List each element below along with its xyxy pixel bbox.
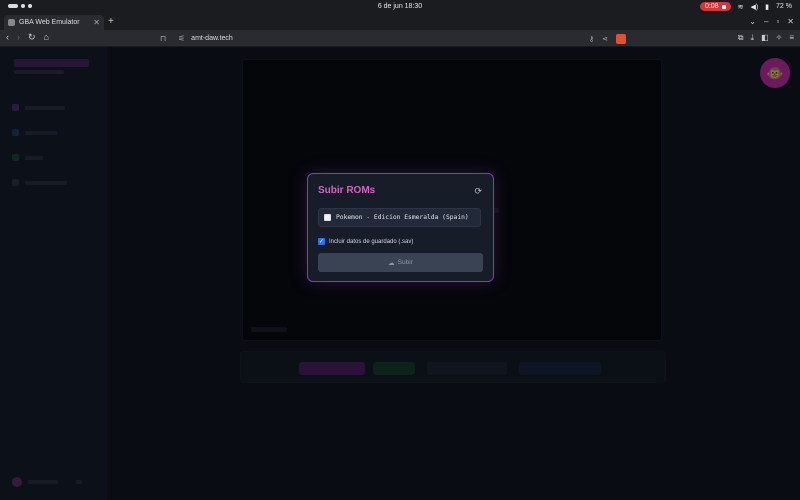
browser-tab[interactable]: GBA Web Emulator ✕ <box>4 15 104 30</box>
brave-shields-icon[interactable] <box>616 33 626 44</box>
home-icon[interactable]: ⌂ <box>44 32 49 43</box>
rom-list-item[interactable]: Pokemon - Edicion Esmeralda (Spain) <box>318 208 481 227</box>
screen-recording-badge[interactable]: 0:08 <box>699 2 731 11</box>
recording-time: 0:08 <box>704 3 719 10</box>
stop-icon <box>721 4 726 9</box>
include-saves-checkbox[interactable]: ✓ <box>318 238 325 245</box>
tab-strip: GBA Web Emulator ✕ + ⌄ – ▫ ✕ <box>0 14 800 30</box>
close-window-icon[interactable]: ✕ <box>787 17 794 26</box>
share-icon[interactable]: ⋖ <box>602 35 608 43</box>
tab-title: GBA Web Emulator <box>19 19 80 26</box>
volume-icon: ◀) <box>750 3 759 11</box>
sidebar-toggle-icon[interactable]: ◧ <box>761 33 769 43</box>
menu-icon[interactable]: ≡ <box>789 33 794 43</box>
extensions-icon[interactable]: ⧉ <box>738 33 744 43</box>
reload-icon[interactable]: ↻ <box>28 32 36 43</box>
include-saves-option[interactable]: ✓ Incluir datos de guardado (.sav) <box>318 238 413 245</box>
new-tab-icon[interactable]: + <box>108 16 114 27</box>
wifi-icon: ≋ <box>737 3 744 11</box>
browser-toolbar: ‹ › ↻ ⌂ ⊓ ⚟ amt-daw.tech ⚷ ⋖ ⧉ ⤓ ◧ ✧ ≡ <box>0 30 800 47</box>
upload-label: Subir <box>397 259 413 266</box>
minimize-icon[interactable]: – <box>764 17 768 26</box>
os-status-bar: 6 de jun 18:30 0:08 ≋ ◀) ▮ 72 % <box>0 0 800 14</box>
upload-button[interactable]: ☁ Subir <box>318 253 483 272</box>
upload-roms-dialog: Subir ROMs ⟳ Pokemon - Edicion Esmeralda… <box>307 173 494 282</box>
favicon-icon <box>8 19 15 26</box>
url-text[interactable]: amt-daw.tech <box>191 35 233 42</box>
battery-icon: ▮ <box>765 3 770 11</box>
dialog-title: Subir ROMs <box>318 185 376 196</box>
cloud-upload-icon: ☁ <box>388 259 395 267</box>
refresh-icon[interactable]: ⟳ <box>474 186 482 197</box>
leo-ai-icon[interactable]: ✧ <box>776 33 783 43</box>
close-tab-icon[interactable]: ✕ <box>93 18 100 27</box>
date-time: 6 de jun 18:30 <box>377 3 423 10</box>
tab-list-icon[interactable]: ⌄ <box>749 17 756 26</box>
key-icon[interactable]: ⚷ <box>589 35 594 43</box>
maximize-icon[interactable]: ▫ <box>776 17 779 26</box>
forward-icon[interactable]: › <box>17 32 20 43</box>
downloads-icon[interactable]: ⤓ <box>751 33 755 43</box>
bookmark-icon[interactable]: ⊓ <box>160 34 170 43</box>
rom-name: Pokemon - Edicion Esmeralda (Spain) <box>336 214 469 221</box>
back-icon[interactable]: ‹ <box>6 32 9 43</box>
rom-checkbox[interactable] <box>324 214 331 221</box>
site-settings-icon[interactable]: ⚟ <box>178 34 185 43</box>
address-bar[interactable]: ⊓ ⚟ amt-daw.tech ⚷ ⋖ <box>160 32 626 45</box>
include-saves-label: Incluir datos de guardado (.sav) <box>329 238 414 245</box>
battery-level: 72 % <box>776 3 792 10</box>
